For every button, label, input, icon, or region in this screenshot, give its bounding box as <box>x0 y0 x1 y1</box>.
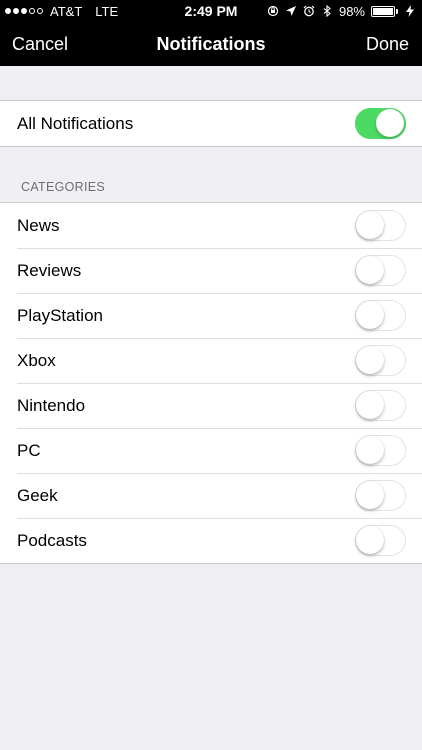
category-label: PlayStation <box>17 305 103 325</box>
toggle-knob <box>356 526 384 554</box>
news-toggle[interactable] <box>355 210 406 241</box>
category-row-nintendo: Nintendo <box>0 383 422 428</box>
category-label: Xbox <box>17 350 56 370</box>
battery-percent: 98% <box>338 3 365 19</box>
orientation-lock-icon <box>267 5 279 17</box>
signal-dot <box>5 8 11 14</box>
reviews-toggle[interactable] <box>355 255 406 286</box>
charging-bolt-icon <box>406 5 414 17</box>
nintendo-toggle[interactable] <box>355 390 406 421</box>
toggle-knob <box>356 436 384 464</box>
toggle-knob <box>356 301 384 329</box>
cancel-button[interactable]: Cancel <box>12 22 68 66</box>
toggle-knob <box>356 346 384 374</box>
category-label: Reviews <box>17 260 82 280</box>
all-notifications-row: All Notifications <box>0 101 422 146</box>
category-row-pc: PC <box>0 428 422 473</box>
categories-header: CATEGORIES <box>21 180 106 194</box>
geek-toggle[interactable] <box>355 480 406 511</box>
alarm-clock-icon <box>303 5 315 17</box>
battery-body <box>371 5 395 17</box>
category-row-xbox: Xbox <box>0 338 422 383</box>
category-row-reviews: Reviews <box>0 248 422 293</box>
category-label: Nintendo <box>17 395 86 415</box>
toggle-knob <box>376 109 404 137</box>
toggle-knob <box>356 391 384 419</box>
carrier-name: AT&T <box>50 3 83 19</box>
signal-dot <box>37 8 43 14</box>
categories-group: News Reviews PlayStation Xbox Nintendo P… <box>0 202 422 564</box>
location-arrow-icon <box>285 6 296 16</box>
category-row-podcasts: Podcasts <box>0 518 422 563</box>
signal-dot <box>29 8 35 14</box>
xbox-toggle[interactable] <box>355 345 406 376</box>
category-row-news: News <box>0 203 422 248</box>
toggle-knob <box>356 481 384 509</box>
signal-strength-icon <box>5 8 43 14</box>
done-button[interactable]: Done <box>366 22 409 66</box>
signal-dot <box>13 8 19 14</box>
pc-toggle[interactable] <box>355 435 406 466</box>
toggle-knob <box>356 256 384 284</box>
status-left: AT&T LTE <box>5 0 118 22</box>
toggle-knob <box>356 211 384 239</box>
podcasts-toggle[interactable] <box>355 525 406 556</box>
category-label: Podcasts <box>17 530 87 550</box>
status-bar: AT&T LTE 2:49 PM 98% <box>0 0 422 22</box>
all-notifications-toggle[interactable] <box>355 108 406 139</box>
category-label: Geek <box>17 485 58 505</box>
network-type: LTE <box>95 3 119 19</box>
navigation-bar: Cancel Notifications Done <box>0 22 422 66</box>
bluetooth-icon <box>323 5 331 17</box>
category-label: News <box>17 215 60 235</box>
all-notifications-group: All Notifications <box>0 100 422 147</box>
playstation-toggle[interactable] <box>355 300 406 331</box>
battery-fill <box>373 7 393 15</box>
category-label: PC <box>17 440 41 460</box>
battery-icon <box>371 5 398 17</box>
category-row-playstation: PlayStation <box>0 293 422 338</box>
status-right: 98% <box>267 0 416 22</box>
signal-dot <box>21 8 27 14</box>
all-notifications-label: All Notifications <box>17 113 134 133</box>
battery-tip <box>396 8 398 14</box>
category-row-geek: Geek <box>0 473 422 518</box>
